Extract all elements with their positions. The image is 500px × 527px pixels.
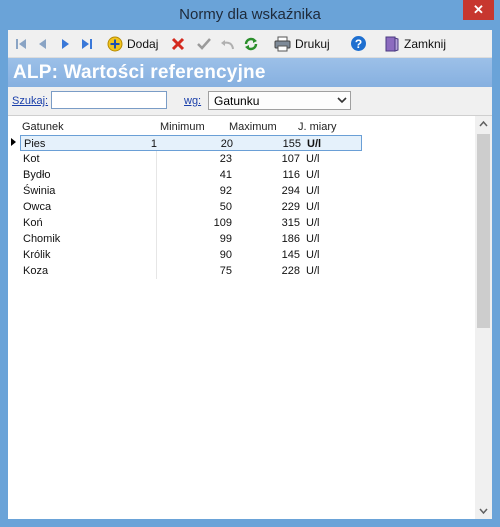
cell-maximum: 315 xyxy=(281,217,300,229)
cell-minimum: 41 xyxy=(219,169,232,181)
cell-minimum: 90 xyxy=(219,249,232,261)
add-button[interactable]: Dodaj xyxy=(107,34,158,53)
title-bar: Normy dla wskaźnika ✕ xyxy=(0,0,500,29)
first-record-icon[interactable] xyxy=(14,34,28,53)
cell-species: Koza xyxy=(23,265,49,277)
column-divider xyxy=(156,167,157,183)
column-divider xyxy=(156,215,157,231)
svg-text:?: ? xyxy=(355,37,362,51)
column-divider xyxy=(156,231,157,247)
cell-unit: U/l xyxy=(306,217,320,229)
cell-unit: U/l xyxy=(306,233,320,245)
form-header: ALP: Wartości referencyjne xyxy=(8,58,492,87)
table-row[interactable]: Świnia 92 294 U/l xyxy=(20,183,362,199)
add-button-label: Dodaj xyxy=(127,36,159,51)
cell-species: Owca xyxy=(23,201,52,213)
search-by-label: wg: xyxy=(184,95,202,107)
column-divider xyxy=(156,151,157,167)
search-by-select[interactable]: Gatunku xyxy=(208,91,351,110)
cell-unit: U/l xyxy=(306,249,320,261)
cell-maximum: 107 xyxy=(281,153,300,165)
column-divider xyxy=(156,247,157,263)
refresh-icon[interactable] xyxy=(243,34,259,53)
cell-maximum: 155 xyxy=(282,138,301,150)
exit-door-icon xyxy=(385,36,399,52)
cell-species: Pies xyxy=(24,138,46,150)
scroll-down-icon[interactable] xyxy=(475,502,492,519)
print-button[interactable]: Drukuj xyxy=(274,34,330,53)
delete-icon[interactable] xyxy=(171,34,185,53)
column-header-maximum[interactable]: Maximum xyxy=(229,121,277,133)
cell-minimum: 75 xyxy=(219,265,232,277)
cell-minimum: 20 xyxy=(220,138,233,150)
close-form-button[interactable]: Zamknij xyxy=(384,34,446,53)
cell-unit: U/l xyxy=(306,185,320,197)
cell-species: Świnia xyxy=(23,185,56,197)
table-row[interactable]: Chomik 99 186 U/l xyxy=(20,231,362,247)
scroll-up-icon[interactable] xyxy=(475,116,492,133)
window-client: Dodaj Drukuj ? Zamknij ALP: Wartości ref… xyxy=(8,30,492,519)
table-row[interactable]: Koń 109 315 U/l xyxy=(20,215,362,231)
cell-unit: U/l xyxy=(307,138,322,150)
toolbar: Dodaj Drukuj ? Zamknij xyxy=(8,30,492,58)
cell-minimum: 50 xyxy=(219,201,232,213)
page-title: ALP: Wartości referencyjne xyxy=(13,62,266,83)
cell-index: 1 xyxy=(150,138,157,150)
search-label: Szukaj: xyxy=(12,95,49,107)
cell-maximum: 228 xyxy=(281,265,300,277)
cell-maximum: 294 xyxy=(281,185,300,197)
cell-minimum: 23 xyxy=(219,153,232,165)
column-divider xyxy=(156,183,157,199)
chevron-down-icon xyxy=(337,97,347,104)
cell-maximum: 116 xyxy=(282,169,300,181)
add-icon xyxy=(107,36,123,51)
next-record-icon[interactable] xyxy=(58,34,72,53)
close-form-label: Zamknij xyxy=(404,36,447,51)
cell-species: Koń xyxy=(23,217,43,229)
previous-record-icon[interactable] xyxy=(36,34,50,53)
cell-unit: U/l xyxy=(306,265,320,277)
table-row[interactable]: Kot 23 107 U/l xyxy=(20,151,362,167)
cell-species: Chomik xyxy=(23,233,61,245)
cell-species: Królik xyxy=(23,249,51,261)
current-row-indicator-icon xyxy=(11,138,16,146)
print-button-label: Drukuj xyxy=(295,36,330,51)
help-icon[interactable]: ? xyxy=(350,34,367,53)
cell-maximum: 145 xyxy=(281,249,300,261)
data-grid: Gatunek Minimum Maximum J. miary Pies 1 … xyxy=(8,116,492,519)
table-row[interactable]: Bydło 41 116 U/l xyxy=(20,167,362,183)
scrollbar-thumb[interactable] xyxy=(477,134,490,328)
table-row[interactable]: Królik 90 145 U/l xyxy=(20,247,362,263)
table-row[interactable]: Koza 75 228 U/l xyxy=(20,263,362,279)
cell-minimum: 109 xyxy=(213,217,232,229)
window-title: Normy dla wskaźnika xyxy=(179,6,321,23)
cell-maximum: 186 xyxy=(281,233,300,245)
column-divider xyxy=(156,263,157,279)
search-by-value: Gatunku xyxy=(214,94,260,108)
cell-unit: U/l xyxy=(306,153,320,165)
table-row[interactable]: Pies 1 20 155 U/l xyxy=(20,135,362,151)
cell-species: Bydło xyxy=(23,169,51,181)
column-header-minimum[interactable]: Minimum xyxy=(160,121,205,133)
printer-icon xyxy=(274,36,291,51)
cell-maximum: 229 xyxy=(281,201,300,213)
column-divider xyxy=(156,199,157,215)
cell-minimum: 92 xyxy=(219,185,232,197)
table-row[interactable]: Owca 50 229 U/l xyxy=(20,199,362,215)
column-header-unit[interactable]: J. miary xyxy=(298,121,337,133)
app-window: Normy dla wskaźnika ✕ Dodaj Drukuj ? Zam… xyxy=(0,0,500,527)
cell-minimum: 99 xyxy=(219,233,232,245)
search-input[interactable] xyxy=(51,91,167,109)
undo-icon[interactable] xyxy=(220,34,236,53)
last-record-icon[interactable] xyxy=(80,34,94,53)
cell-unit: U/l xyxy=(306,201,320,213)
cell-species: Kot xyxy=(23,153,40,165)
search-bar: Szukaj: wg: Gatunku xyxy=(8,87,492,116)
vertical-scrollbar[interactable] xyxy=(475,116,492,519)
cell-unit: U/l xyxy=(306,169,320,181)
confirm-icon[interactable] xyxy=(196,34,212,53)
column-header-species[interactable]: Gatunek xyxy=(22,121,64,133)
window-close-button[interactable]: ✕ xyxy=(463,0,494,20)
